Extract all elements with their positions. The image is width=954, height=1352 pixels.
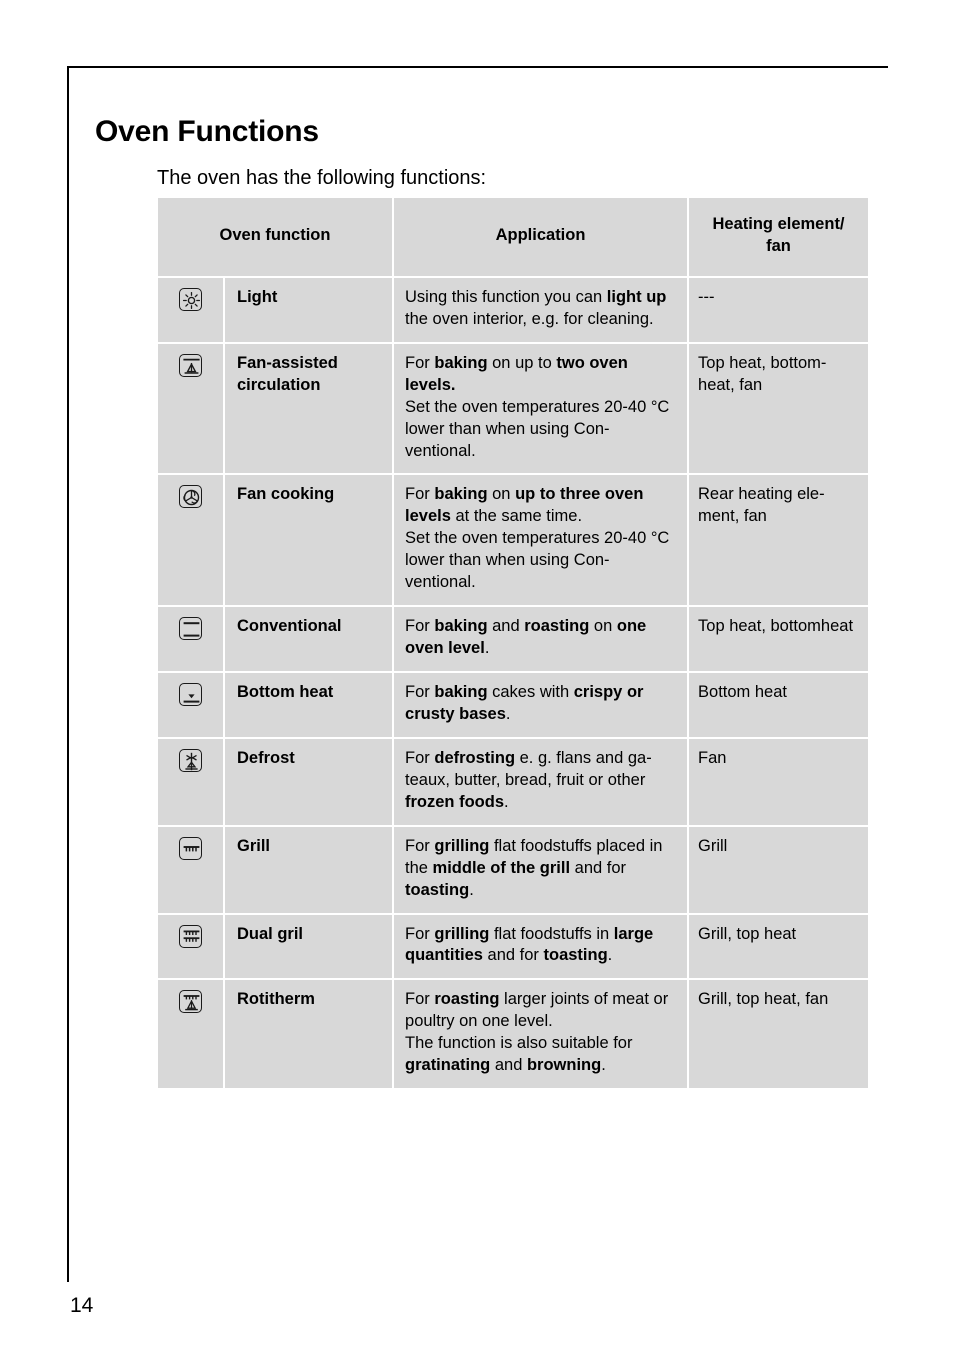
conventional-icon [179, 617, 202, 641]
table-row: Fan cooking For baking on up to three ove… [158, 475, 869, 606]
column-header-heating-line1: Heating element/ [712, 215, 845, 233]
cell-function-icon [158, 475, 223, 606]
cell-application: For roasting larger joints of meat or po… [394, 980, 688, 1089]
table-row: Grill For grilling flat foodstuffs placed… [158, 826, 869, 913]
cell-function-icon [158, 343, 223, 474]
cell-function-icon [158, 738, 223, 825]
cell-function-icon [158, 914, 223, 979]
cell-heating-element: Grill [689, 826, 869, 913]
bottom-heat-icon [179, 683, 202, 706]
table-row: Fan-assisted circulation For baking on up… [158, 343, 869, 474]
cell-function-name: Fan cooking [225, 475, 393, 606]
page-top-rule [67, 66, 888, 68]
cell-application: For baking and roasting on one oven leve… [394, 607, 688, 671]
column-header-heating: Heating element/ fan [689, 198, 869, 276]
table-body: Light Using this function you can light u… [158, 277, 869, 1089]
dual-grill-icon [179, 924, 202, 948]
cell-application: For baking on up to three oven levels at… [394, 475, 688, 606]
table-row: Defrost For defrosting e. g. flans and ga… [158, 738, 869, 825]
cell-function-name: Grill [225, 826, 393, 913]
column-header-function: Oven function [158, 198, 393, 276]
fan-cooking-icon [179, 485, 202, 509]
cell-function-icon [158, 826, 223, 913]
cell-function-name: Conventional [225, 607, 393, 671]
page-title: Oven Functions [95, 115, 319, 149]
table-row: Light Using this function you can light u… [158, 277, 869, 342]
column-header-application: Application [394, 198, 688, 276]
cell-heating-element: Top heat, bottom-heat, fan [689, 343, 869, 474]
oven-functions-table: Oven function Application Heating elemen… [156, 196, 871, 1091]
table-row: Conventional For baking and roasting on o… [158, 607, 869, 671]
cell-application: For grilling flat foodstuffs in large qu… [394, 914, 688, 979]
cell-heating-element: Fan [689, 738, 869, 825]
table-row: Dual gril For grilling flat foodstuffs in… [158, 914, 869, 979]
cell-application: For baking cakes with crispy or crusty b… [394, 673, 688, 737]
cell-application: Using this function you can light up the… [394, 277, 688, 342]
cell-application: For baking on up to two oven levels. Set … [394, 343, 688, 474]
cell-function-name: Fan-assisted circulation [225, 343, 393, 474]
defrost-icon [179, 748, 202, 772]
cell-heating-element: Grill, top heat, fan [689, 980, 869, 1089]
intro-text: The oven has the following functions: [157, 167, 487, 189]
cell-function-name: Dual gril [225, 914, 393, 979]
oven-light-icon [179, 287, 202, 311]
cell-function-name: Light [225, 277, 393, 342]
cell-function-icon [158, 607, 223, 671]
fan-assisted-circulation-icon [179, 353, 202, 377]
page-left-rule [67, 66, 69, 1282]
rotitherm-icon [179, 990, 202, 1014]
grill-icon [179, 836, 202, 860]
table-header-row: Oven function Application Heating elemen… [158, 198, 869, 276]
table-row: Rotitherm For roasting larger joints of m… [158, 980, 869, 1089]
cell-heating-element: Rear heating ele-ment, fan [689, 475, 869, 606]
cell-function-name: Bottom heat [225, 673, 393, 737]
cell-heating-element: Grill, top heat [689, 914, 869, 979]
cell-function-name: Rotitherm [225, 980, 393, 1089]
cell-function-name: Defrost [225, 738, 393, 825]
cell-function-icon [158, 277, 223, 342]
cell-heating-element: Bottom heat [689, 673, 869, 737]
table-row: Bottom heat For baking cakes with crispy … [158, 673, 869, 737]
cell-application: For defrosting e. g. flans and ga-teaux,… [394, 738, 688, 825]
cell-function-icon [158, 673, 223, 737]
column-header-heating-line2: fan [766, 236, 791, 255]
cell-application: For grilling flat foodstuffs placed in t… [394, 826, 688, 913]
cell-heating-element: Top heat, bottomheat [689, 607, 869, 671]
page-number: 14 [70, 1294, 94, 1317]
cell-heating-element: --- [689, 277, 869, 342]
cell-function-icon [158, 980, 223, 1089]
